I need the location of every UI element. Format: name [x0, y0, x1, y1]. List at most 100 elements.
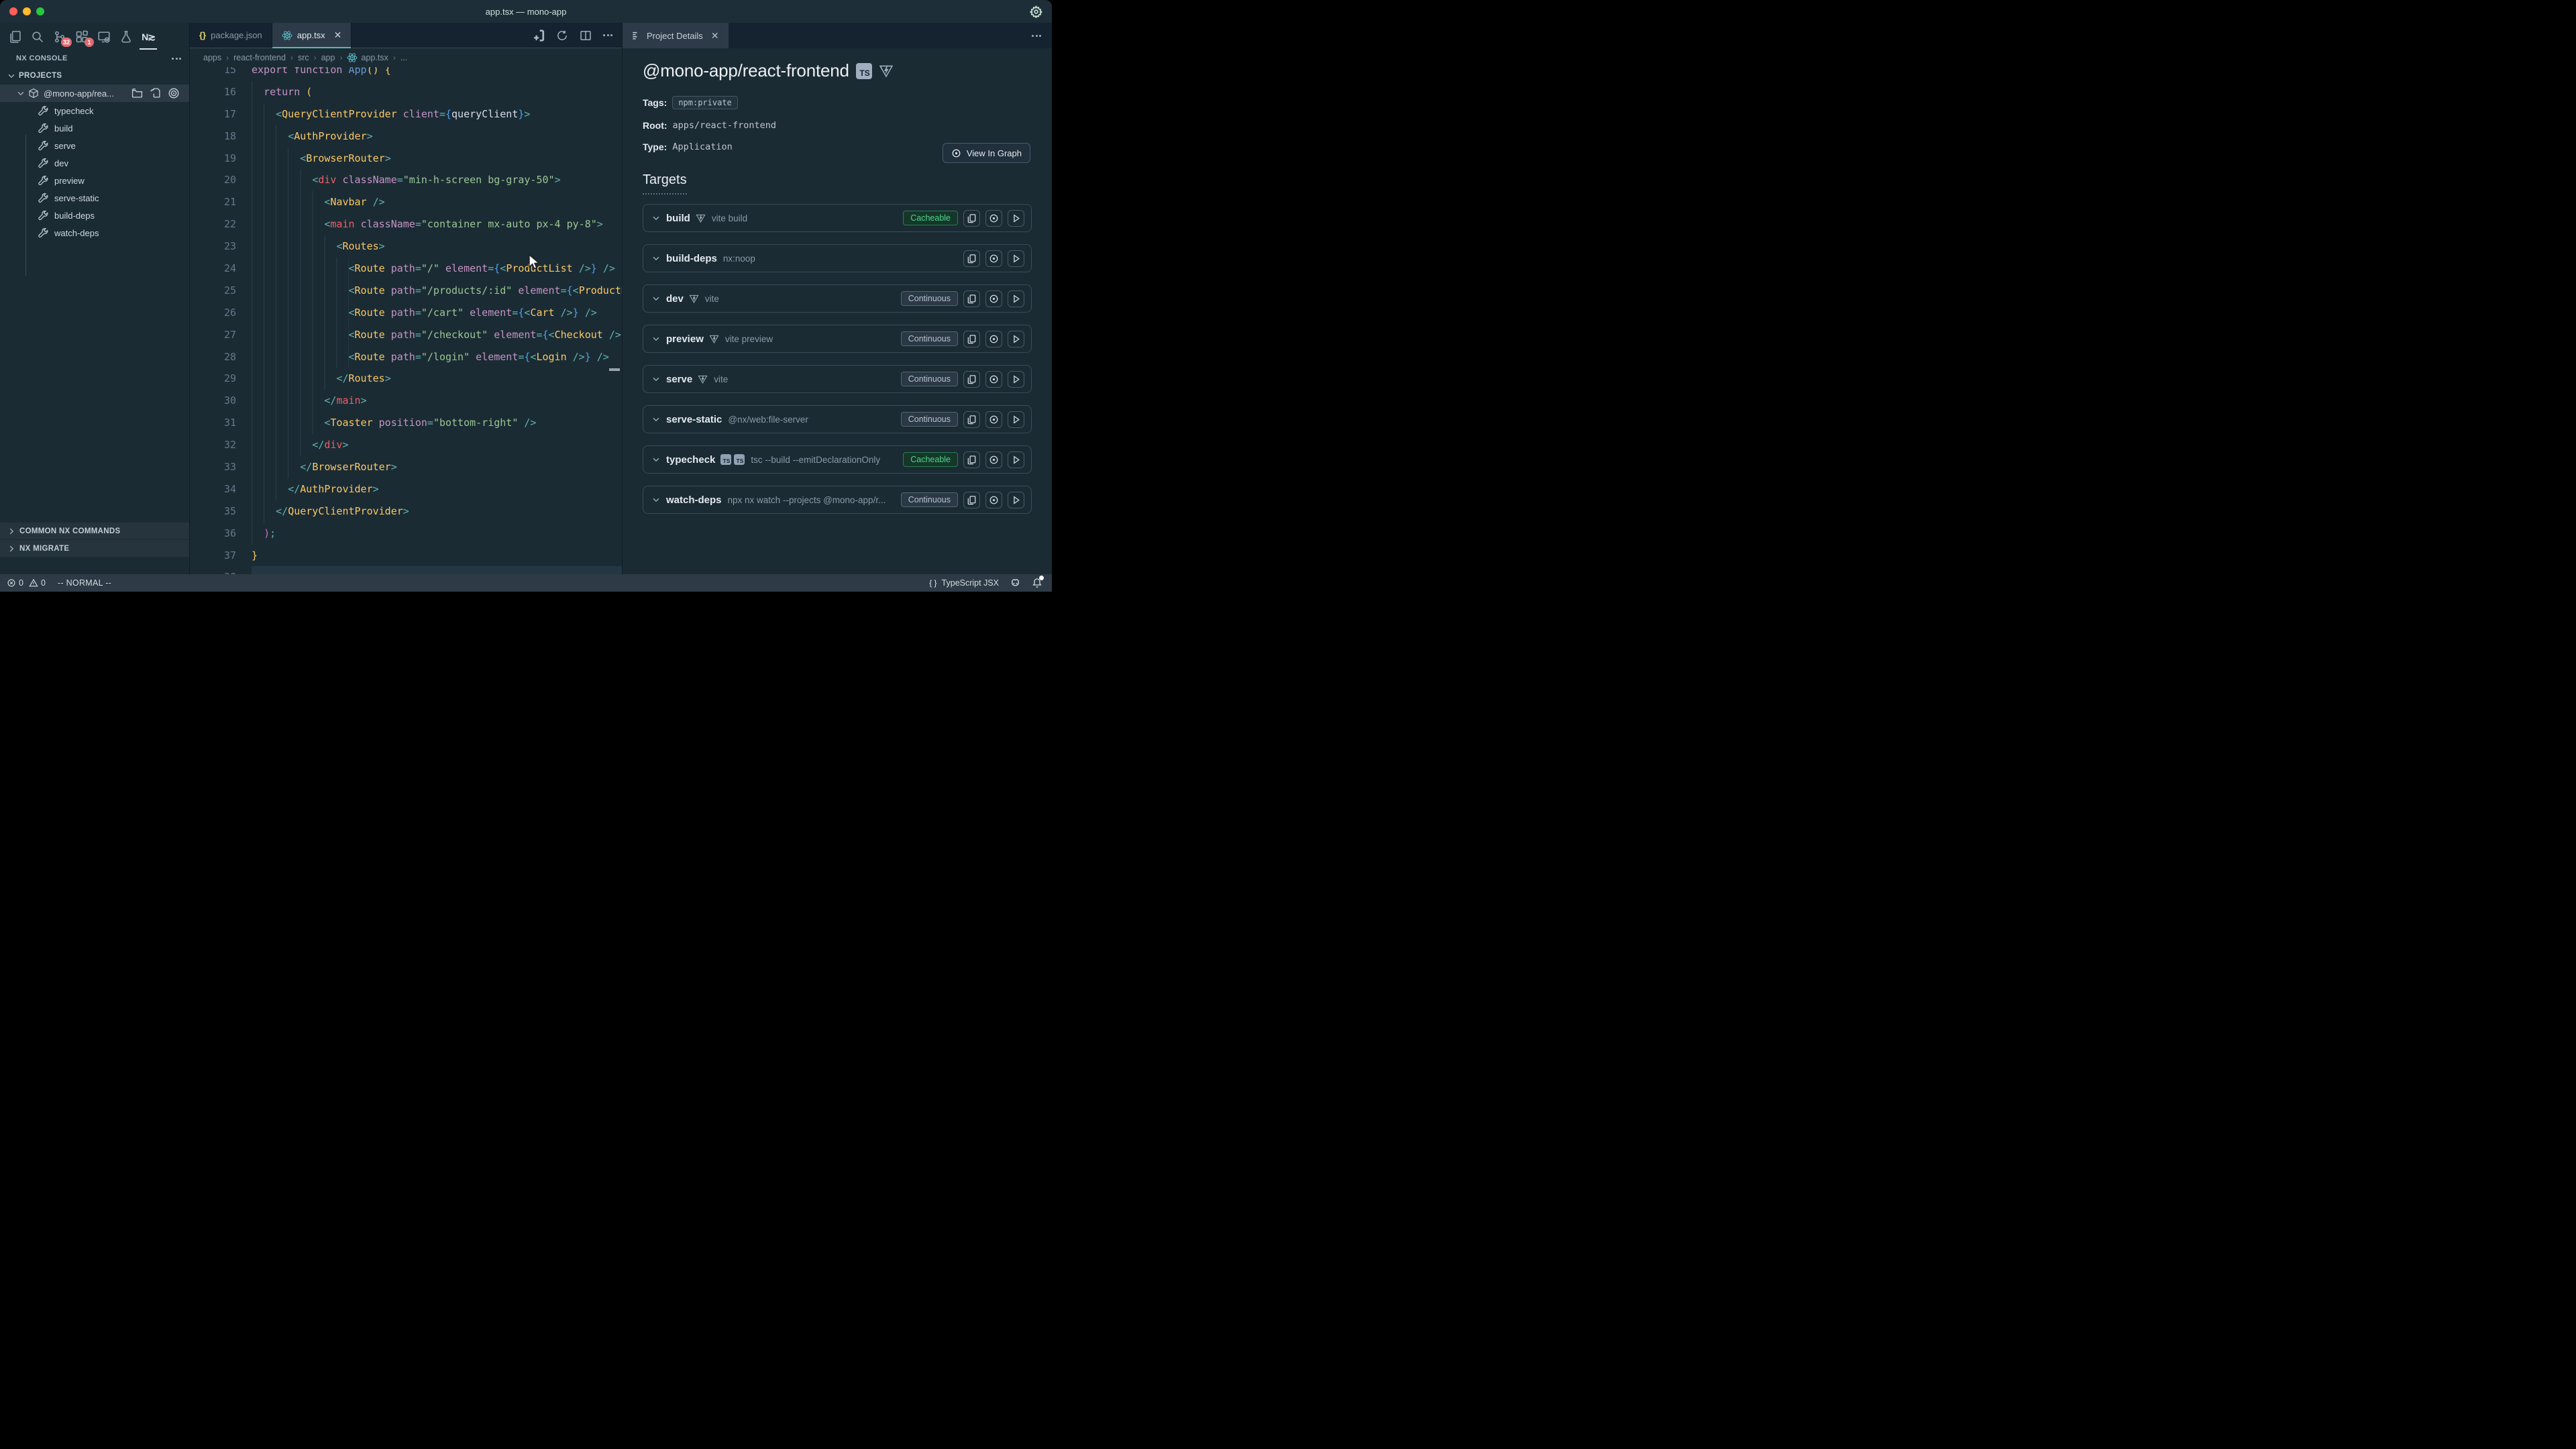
warning-count: 0	[41, 578, 46, 588]
breadcrumb-label: react-frontend	[233, 53, 286, 62]
goto-file-icon[interactable]	[150, 87, 161, 99]
root-label: Root:	[643, 120, 667, 131]
target-card-build-deps[interactable]: build-depsnx:noop	[643, 244, 1032, 272]
target-card-typecheck[interactable]: typecheckTSTStsc --build --emitDeclarati…	[643, 445, 1032, 474]
chevron-down-icon[interactable]	[651, 495, 661, 504]
split-editor-icon[interactable]	[580, 30, 592, 42]
line-number: 20	[190, 169, 236, 191]
activity-item-remote-explorer[interactable]	[97, 28, 111, 46]
activity-item-explorer[interactable]	[8, 28, 23, 46]
tree-item-target-dev[interactable]: dev	[0, 154, 189, 172]
notifications-bell-icon[interactable]	[1032, 578, 1042, 588]
view-target-in-graph-button[interactable]	[985, 290, 1002, 307]
projects-section-header[interactable]: PROJECTS	[0, 67, 189, 85]
line-number: 33	[190, 456, 236, 478]
tab-app.tsx[interactable]: app.tsx✕	[272, 23, 352, 48]
breadcrumb-item-src[interactable]: src	[298, 53, 309, 62]
copy-target-button[interactable]	[963, 210, 980, 227]
view-target-in-graph-button[interactable]	[985, 411, 1002, 428]
view-target-in-graph-button[interactable]	[985, 492, 1002, 508]
target-card-serve-static[interactable]: serve-static@nx/web:file-serverContinuou…	[643, 405, 1032, 433]
refresh-icon[interactable]	[556, 30, 568, 42]
run-target-button[interactable]	[1008, 492, 1024, 508]
view-target-in-graph-button[interactable]	[985, 331, 1002, 347]
chevron-down-icon[interactable]	[651, 334, 661, 343]
problems-indicator[interactable]: 0 0	[7, 578, 46, 588]
run-target-button[interactable]	[1008, 411, 1024, 428]
run-target-button[interactable]	[1008, 331, 1024, 347]
run-target-button[interactable]	[1008, 451, 1024, 468]
chevron-down-icon[interactable]	[651, 415, 661, 424]
tree-item-target-preview[interactable]: preview	[0, 172, 189, 189]
breadcrumb-item-app[interactable]: app	[321, 53, 335, 62]
copilot-icon[interactable]	[1010, 578, 1021, 589]
breadcrumb-item-react-frontend[interactable]: react-frontend	[233, 53, 286, 62]
chevron-down-icon[interactable]	[651, 254, 661, 263]
target-icon[interactable]	[168, 87, 180, 99]
copy-target-button[interactable]	[963, 250, 980, 267]
indent-guides	[252, 434, 312, 456]
open-folder-icon[interactable]	[131, 87, 143, 99]
run-target-button[interactable]	[1008, 210, 1024, 227]
target-card-watch-deps[interactable]: watch-depsnpx nx watch --projects @mono-…	[643, 486, 1032, 514]
tab-project-details[interactable]: Project Details ✕	[623, 23, 729, 48]
tree-item-target-serve[interactable]: serve	[0, 137, 189, 154]
language-mode-selector[interactable]: { } TypeScript JSX	[929, 578, 999, 588]
target-card-dev[interactable]: devviteContinuous	[643, 284, 1032, 313]
chevron-down-icon[interactable]	[651, 213, 661, 223]
view-target-in-graph-button[interactable]	[985, 451, 1002, 468]
chevron-down-icon[interactable]	[651, 455, 661, 464]
close-panel-icon[interactable]: ✕	[711, 30, 719, 42]
target-card-build[interactable]: buildvite buildCacheable	[643, 204, 1032, 232]
breadcrumb-item-...[interactable]: ...	[400, 53, 407, 62]
line-content: </main>	[252, 390, 622, 412]
tree-item-target-serve-static[interactable]: serve-static	[0, 189, 189, 207]
editor-more-actions-icon[interactable]	[603, 34, 612, 36]
activity-item-nx-console[interactable]: N≳	[141, 28, 156, 46]
view-target-in-graph-button[interactable]	[985, 250, 1002, 267]
run-target-button[interactable]	[1008, 290, 1024, 307]
copy-target-button[interactable]	[963, 331, 980, 347]
tree-item-target-watch-deps[interactable]: watch-deps	[0, 224, 189, 241]
sidebar-more-actions-icon[interactable]	[172, 58, 181, 60]
target-card-preview[interactable]: previewvite previewContinuous	[643, 325, 1032, 353]
view-target-in-graph-button[interactable]	[985, 371, 1002, 388]
run-target-button[interactable]	[1008, 371, 1024, 388]
tab-package.json[interactable]: {}package.json	[190, 23, 272, 48]
sidebar-section-1[interactable]: NX MIGRATE	[0, 540, 189, 557]
chevron-down-icon[interactable]	[651, 294, 661, 303]
copy-target-button[interactable]	[963, 492, 980, 508]
tree-item-target-typecheck[interactable]: typecheck	[0, 102, 189, 119]
breadcrumb-separator: ›	[290, 53, 293, 62]
tree-item-target-build-deps[interactable]: build-deps	[0, 207, 189, 224]
activity-item-search[interactable]	[30, 28, 45, 46]
sidebar-section-0[interactable]: COMMON NX COMMANDS	[0, 523, 189, 539]
close-tab-icon[interactable]: ✕	[334, 30, 342, 41]
copy-target-button[interactable]	[963, 290, 980, 307]
copy-target-button[interactable]	[963, 451, 980, 468]
chevron-down-icon[interactable]	[651, 374, 661, 384]
line-number: 31	[190, 412, 236, 434]
activity-item-source-control[interactable]: 32	[52, 28, 67, 46]
breadcrumb-item-app.tsx[interactable]: app.tsx	[347, 52, 388, 63]
code-editor[interactable]: 15export function App() {16 return (17 <…	[190, 67, 622, 574]
settings-gear-icon[interactable]	[1030, 5, 1042, 18]
copy-target-button[interactable]	[963, 371, 980, 388]
line-content: <BrowserRouter>	[252, 148, 622, 170]
tree-item-target-build[interactable]: build	[0, 119, 189, 137]
view-in-graph-button[interactable]: View In Graph	[943, 143, 1030, 163]
target-card-serve[interactable]: serveviteContinuous	[643, 365, 1032, 393]
breadcrumb-item-apps[interactable]: apps	[203, 53, 221, 62]
line-number: 38	[190, 566, 236, 574]
activity-item-testing[interactable]	[119, 28, 133, 46]
activity-item-extensions[interactable]: 1	[74, 28, 89, 46]
copy-target-button[interactable]	[963, 411, 980, 428]
tree-item-project[interactable]: @mono-app/rea...	[0, 85, 189, 102]
run-target-button[interactable]	[1008, 250, 1024, 267]
code-line-29: 29 </Routes>	[190, 368, 622, 390]
panel-more-actions-icon[interactable]	[1032, 35, 1041, 37]
code-line-20: 20 <div className="min-h-screen bg-gray-…	[190, 169, 622, 191]
view-target-in-graph-button[interactable]	[985, 210, 1002, 227]
sidebar: 321N≳ NX CONSOLE PROJECTS@mono-app/rea..…	[0, 23, 190, 574]
open-settings-icon[interactable]	[533, 30, 545, 42]
